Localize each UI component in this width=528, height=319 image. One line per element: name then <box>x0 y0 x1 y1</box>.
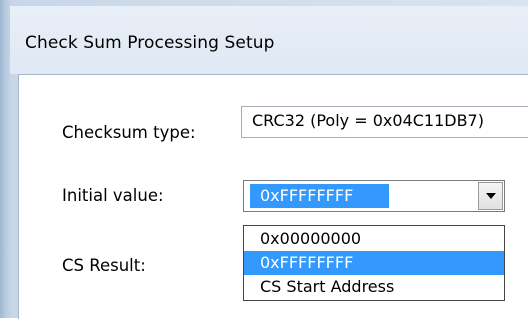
chevron-down-icon <box>486 193 496 199</box>
checksum-type-field[interactable]: CRC32 (Poly = 0x04C11DB7) <box>241 106 528 138</box>
dialog-title: Check Sum Processing Setup <box>25 33 275 53</box>
cs-result-label: CS Result: <box>62 256 146 275</box>
initial-value-combobox[interactable]: 0xFFFFFFFF <box>243 180 505 212</box>
initial-value-selected-text: 0xFFFFFFFF <box>250 184 389 208</box>
checksum-type-label: Checksum type: <box>62 123 196 142</box>
initial-value-dropdown-button[interactable] <box>478 182 503 210</box>
dialog-title-bar[interactable]: Check Sum Processing Setup <box>10 6 528 74</box>
dropdown-option-ffffffff[interactable]: 0xFFFFFFFF <box>244 251 504 275</box>
initial-value-label: Initial value: <box>62 186 164 205</box>
dropdown-option-zero[interactable]: 0x00000000 <box>244 227 504 251</box>
dropdown-option-cs-start-address[interactable]: CS Start Address <box>244 275 504 299</box>
initial-value-dropdown-list[interactable]: 0x00000000 0xFFFFFFFF CS Start Address <box>243 225 505 301</box>
